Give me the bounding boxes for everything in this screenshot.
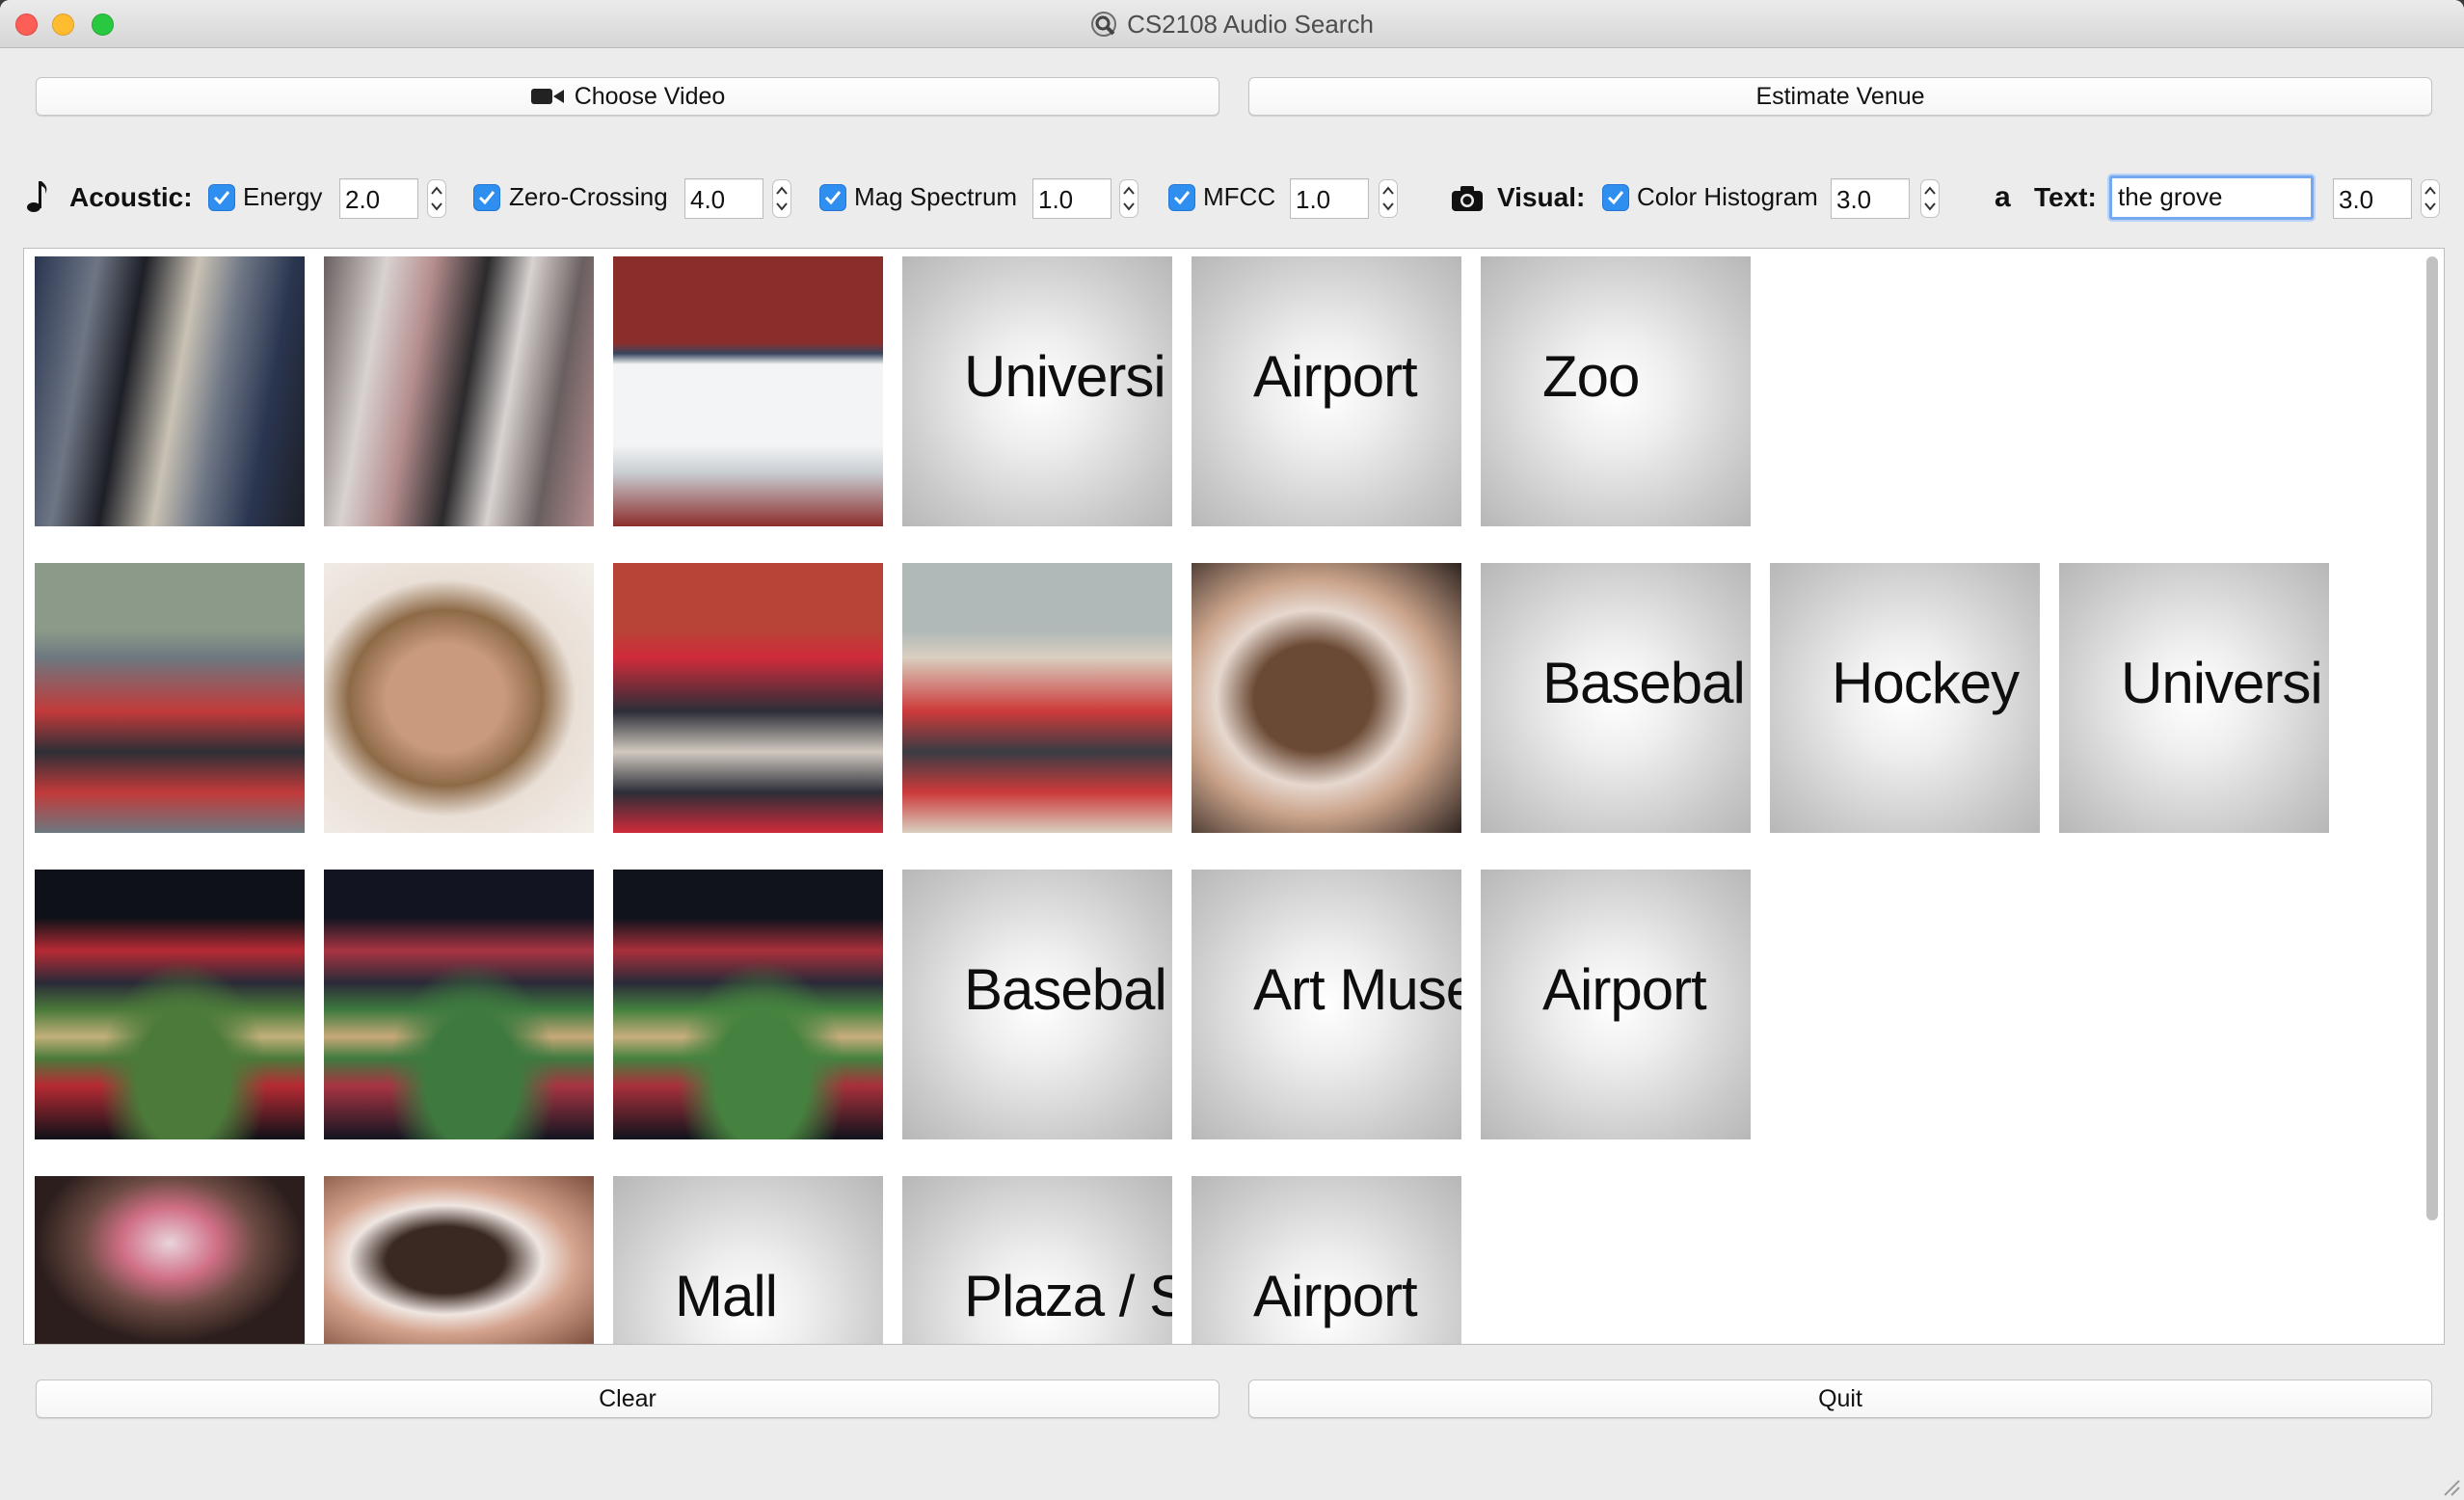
venue-label-tile[interactable]: Plaza / S [902, 1176, 1172, 1344]
quit-label: Quit [1818, 1384, 1862, 1412]
result-thumbnail[interactable] [613, 870, 883, 1139]
zero-crossing-weight-stepper[interactable] [772, 179, 791, 218]
venue-label-tile[interactable]: Mall [613, 1176, 883, 1344]
venue-label-tile[interactable]: Airport [1192, 1176, 1461, 1344]
venue-label-text: Plaza / S [964, 1264, 1172, 1328]
venue-label-tile[interactable]: Airport [1192, 256, 1461, 526]
result-thumbnail[interactable] [613, 563, 883, 833]
venue-label-text: Basebal [964, 957, 1167, 1022]
venue-label-text: Art Muse [1253, 957, 1461, 1022]
stepper-arrows-icon [1924, 186, 1936, 211]
energy-label: Energy [243, 182, 323, 211]
results-scrollbar[interactable] [2423, 253, 2442, 1342]
venue-label-text: Airport [1542, 957, 1707, 1022]
visual-label: Visual: [1497, 182, 1586, 212]
clear-button[interactable]: Clear [36, 1379, 1219, 1418]
result-thumbnail[interactable] [35, 1176, 305, 1344]
result-thumbnail[interactable] [324, 256, 594, 526]
music-note-icon [27, 181, 47, 212]
result-thumbnail[interactable] [1192, 563, 1461, 833]
text-weight-input[interactable]: 3.0 [2333, 178, 2412, 219]
venue-label-text: Hockey [1832, 651, 2020, 715]
venue-label-text: Universi [2121, 651, 2323, 715]
checkmark-icon [824, 191, 842, 205]
mag-spectrum-checkbox[interactable] [819, 184, 846, 211]
text-weight-stepper[interactable] [2421, 179, 2440, 218]
text-query-input[interactable]: the grove [2109, 175, 2314, 220]
checkmark-icon [1607, 191, 1624, 205]
window-title: CS2108 Audio Search [1127, 9, 1374, 39]
zero-crossing-weight-input[interactable]: 4.0 [684, 178, 763, 219]
color-histogram-weight-input[interactable]: 3.0 [1831, 178, 1910, 219]
result-thumbnail[interactable] [902, 563, 1172, 833]
acoustic-label: Acoustic: [69, 182, 193, 212]
estimate-venue-label: Estimate Venue [1755, 82, 1925, 110]
mfcc-weight-stepper[interactable] [1379, 179, 1398, 218]
mag-spectrum-weight-input[interactable]: 1.0 [1032, 178, 1111, 219]
venue-label-text: Airport [1253, 344, 1418, 409]
checkmark-icon [1173, 191, 1191, 205]
energy-weight-stepper[interactable] [427, 179, 446, 218]
venue-label-tile[interactable]: Hockey [1770, 563, 2040, 833]
venue-label-tile[interactable]: Basebal [1481, 563, 1751, 833]
stepper-arrows-icon [1382, 186, 1394, 211]
estimate-venue-button[interactable]: Estimate Venue [1248, 77, 2432, 116]
result-thumbnail[interactable] [35, 563, 305, 833]
text-icon: a [1995, 181, 2011, 213]
result-thumbnail[interactable] [324, 563, 594, 833]
mfcc-checkbox[interactable] [1168, 184, 1195, 211]
title-bar: CS2108 Audio Search [0, 0, 2464, 48]
results-panel[interactable]: Universi Airport Zoo Basebal Hockey Universi B… [23, 248, 2445, 1345]
venue-label-text: Mall [675, 1264, 778, 1328]
mag-spectrum-label: Mag Spectrum [854, 182, 1018, 211]
camera-icon [1452, 186, 1483, 211]
color-histogram-weight-stepper[interactable] [1920, 179, 1940, 218]
zero-crossing-label: Zero-Crossing [509, 182, 668, 211]
color-histogram-label: Color Histogram [1637, 182, 1818, 211]
choose-video-label: Choose Video [574, 82, 726, 110]
venue-label-tile[interactable]: Airport [1481, 870, 1751, 1139]
clear-label: Clear [599, 1384, 656, 1412]
feature-controls-row: Acoustic: Energy 2.0 Zero-Crossing 4.0 M… [0, 166, 2464, 229]
venue-label-text: Zoo [1542, 344, 1640, 409]
stepper-arrows-icon [431, 186, 442, 211]
energy-weight-input[interactable]: 2.0 [339, 178, 418, 219]
venue-label-text: Basebal [1542, 651, 1746, 715]
zero-crossing-checkbox[interactable] [473, 184, 500, 211]
results-scrollbar-thumb[interactable] [2426, 256, 2438, 1220]
app-window: CS2108 Audio Search Choose Video Estimat… [0, 0, 2464, 1500]
venue-label-tile[interactable]: Art Muse [1192, 870, 1461, 1139]
result-thumbnail[interactable] [613, 256, 883, 526]
resize-grip-icon[interactable] [2439, 1475, 2460, 1496]
venue-label-tile[interactable]: Universi [2059, 563, 2329, 833]
color-histogram-checkbox[interactable] [1602, 184, 1629, 211]
result-thumbnail[interactable] [35, 256, 305, 526]
checkmark-icon [478, 191, 495, 205]
energy-checkbox[interactable] [208, 184, 235, 211]
result-thumbnail[interactable] [35, 870, 305, 1139]
mag-spectrum-weight-stepper[interactable] [1119, 179, 1138, 218]
venue-label-tile[interactable]: Universi [902, 256, 1172, 526]
result-thumbnail[interactable] [324, 870, 594, 1139]
app-icon [1091, 12, 1117, 37]
stepper-arrows-icon [2424, 186, 2436, 211]
venue-label-text: Airport [1253, 1264, 1418, 1328]
checkmark-icon [213, 191, 230, 205]
stepper-arrows-icon [776, 186, 788, 211]
video-camera-icon [530, 89, 564, 104]
quit-button[interactable]: Quit [1248, 1379, 2432, 1418]
text-label: Text: [2034, 182, 2097, 212]
mfcc-weight-input[interactable]: 1.0 [1290, 178, 1369, 219]
stepper-arrows-icon [1123, 186, 1135, 211]
mfcc-label: MFCC [1203, 182, 1276, 211]
venue-label-tile[interactable]: Basebal [902, 870, 1172, 1139]
choose-video-button[interactable]: Choose Video [36, 77, 1219, 116]
result-thumbnail[interactable] [324, 1176, 594, 1344]
venue-label-text: Universi [964, 344, 1166, 409]
venue-label-tile[interactable]: Zoo [1481, 256, 1751, 526]
